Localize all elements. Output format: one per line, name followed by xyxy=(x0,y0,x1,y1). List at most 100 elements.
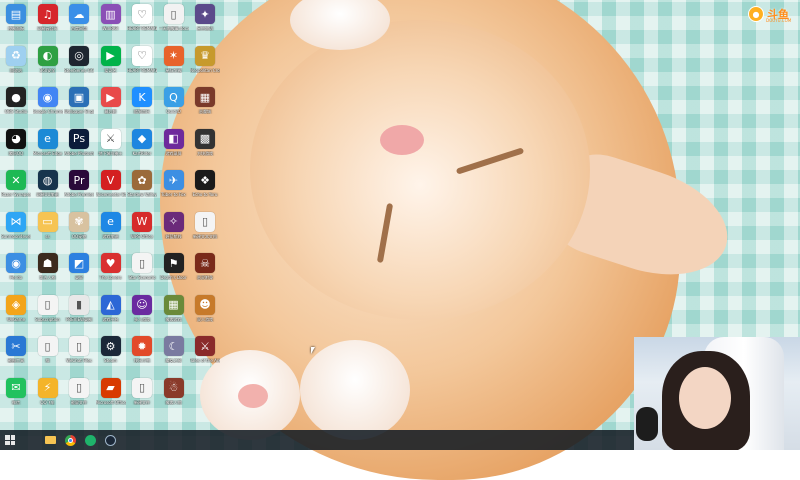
desktop-icon[interactable]: ✾ QQ宠物 xyxy=(64,210,94,250)
desktop-icon[interactable]: ◭ 游戏平台 xyxy=(96,293,126,333)
desktop-icon[interactable]: ▣ Wallpaper Engine xyxy=(64,85,94,125)
start-button[interactable] xyxy=(0,430,20,450)
desktop-icon[interactable]: K 酷狗音乐 xyxy=(127,85,157,125)
desktop-icon[interactable]: ✂ 截图工具 xyxy=(1,334,31,374)
desktop-icon[interactable]: ◈ WeGame xyxy=(1,293,31,333)
desktop-icon[interactable]: ✕ Razer Synapse xyxy=(1,168,31,208)
desktop-icon[interactable]: W WPS Office xyxy=(127,210,157,250)
desktop-icon[interactable]: ◩ 录屏 xyxy=(64,251,94,291)
character-game-icon: ☃ xyxy=(163,377,184,398)
desktop-icon-label: SteelSeries GG xyxy=(64,67,94,73)
desktop-icon[interactable]: ▭ ss xyxy=(33,210,63,250)
desktop-icon[interactable]: ◐ 360安全 xyxy=(33,44,63,84)
desktop-icon-label: Tuber to Fox xyxy=(161,192,186,197)
desktop-icon[interactable]: ♡ HEART REMAKE xyxy=(127,2,157,42)
desktop-icon[interactable]: ▯ WeChat Files xyxy=(64,334,94,374)
desktop-icon[interactable]: ⚙ Steam xyxy=(96,334,126,374)
desktop-icon[interactable]: ▦ 像素游戏 xyxy=(159,293,189,333)
premiere-icon: Pr xyxy=(69,170,89,190)
qq-icon: ◕ xyxy=(6,128,26,149)
mouse-cursor-icon xyxy=(311,347,315,354)
desktop-icon[interactable]: ✧ 碧蓝航线 xyxy=(159,210,189,250)
desktop-icon[interactable]: ✦ 星空物语 xyxy=(190,2,220,42)
desktop-icon[interactable]: ✹ 快乐小鸭 xyxy=(127,334,157,374)
desktop-icon[interactable]: ▶ 幕后影 xyxy=(96,85,126,125)
desktop-icon[interactable]: ⚔ Tales of the Arkside xyxy=(190,334,220,374)
desktop-icon[interactable]: e Microsoft Edge xyxy=(33,127,63,167)
desktop-icon[interactable]: PsAdobe Photoshop xyxy=(64,127,94,167)
desktop-icon[interactable]: Q QuickQ xyxy=(159,85,189,125)
desktop-icon[interactable]: ◆ KartRider xyxy=(127,127,157,167)
desktop-icon[interactable]: ☁ 百度网盘 xyxy=(64,2,94,42)
desktop-icon[interactable]: e 游戏加速 xyxy=(96,210,126,250)
desktop-icon[interactable]: ◧ 游戏录屏 xyxy=(159,127,189,167)
desktop-icon-label: Wallpaper Engine xyxy=(64,109,94,114)
desktop-icon[interactable]: ● OBS Studio xyxy=(1,85,31,125)
desktop-icon[interactable]: ◉ Pendo xyxy=(1,251,31,291)
desktop-icon[interactable]: ☗ 第五人格 xyxy=(33,251,63,291)
desktop-icon[interactable]: ⚔ 地下城与勇士 xyxy=(96,127,126,167)
azur-lane-icon: ✧ xyxy=(163,211,184,232)
desktop-icon[interactable]: ☾ 魔女之泉 xyxy=(159,334,189,374)
taskbar-chrome[interactable] xyxy=(60,430,80,450)
desktop-icon[interactable]: ▶ 爱奇艺 xyxy=(96,44,126,84)
desktop-icon[interactable]: ♡HEART REMAKE 2 xyxy=(127,44,157,84)
camera-icon: ◉ xyxy=(6,253,26,273)
desktop-icon[interactable]: ✶ 星际争霸 xyxy=(159,44,189,84)
desktop-icon[interactable]: ▩ 方块游戏 xyxy=(190,127,220,167)
screenshot-doc-icon: ▯ xyxy=(69,377,89,398)
desktop-icon[interactable]: ❖ Echo to Yoru xyxy=(190,168,220,208)
desktop-icon[interactable]: ⋈ Sunmoon4ever xyxy=(1,210,31,250)
desktop-icon[interactable]: ☻ 双人游戏 xyxy=(190,293,220,333)
wegame-icon: ◈ xyxy=(6,294,26,315)
iqiyi-icon: ▶ xyxy=(100,45,121,66)
desktop-icon[interactable]: ◍ 网易UU加速 xyxy=(33,168,63,208)
desktop-icon-label: WeChat Files xyxy=(66,358,92,363)
desktop-icon[interactable]: V Voicemeeter Banana xyxy=(96,168,126,208)
taskbar-steam[interactable] xyxy=(100,430,120,450)
video-app-icon: ▶ xyxy=(100,87,121,107)
taskbar-green-app[interactable] xyxy=(80,430,100,450)
desktop-icon[interactable]: ✿ Stardew Valley xyxy=(127,168,157,208)
identity-v-icon: ☗ xyxy=(37,253,58,273)
desktop-icon[interactable]: ☺ 多人游戏 xyxy=(127,293,157,333)
desktop-icon[interactable]: ▯ Star Scenario xyxy=(127,251,157,291)
desktop-icon[interactable]: ▯ 新建文件 xyxy=(127,376,157,416)
taskbar-file-explorer[interactable] xyxy=(40,430,60,450)
desktop-icon[interactable]: ▦ 恶魔城 xyxy=(190,85,220,125)
desktop-icon[interactable]: ♻ 回收站 xyxy=(1,44,31,84)
windows-logo-icon xyxy=(5,435,15,445)
desktop-icon-label: WinRAR xyxy=(102,26,119,31)
desktop-icon[interactable]: ✈ Tuber to Fox xyxy=(159,168,189,208)
desktop-icon[interactable]: ◉ Google Chrome xyxy=(33,85,63,125)
desktop-icon-label: 碧蓝航线 xyxy=(165,233,182,239)
desktop-icon[interactable]: ⚑ Death's Door xyxy=(159,251,189,291)
desktop-icon[interactable]: ▥ WinRAR xyxy=(96,2,126,42)
desktop-icon[interactable]: ☠ 恶灵附身 xyxy=(190,251,220,291)
desktop-icon[interactable]: ✉ 微信 xyxy=(1,376,31,416)
desktop-icon[interactable]: Pr Adobe Premiere Pro xyxy=(64,168,94,208)
desktop-icon-label: WPS Office xyxy=(131,233,153,239)
desktop-icon[interactable]: ♛Neopolitan Crowns xyxy=(190,44,220,84)
game-icon: ▦ xyxy=(195,87,215,107)
desktop-icon[interactable]: ◎ SteelSeries GG xyxy=(64,44,94,84)
desktop-icon[interactable]: ▮ PREVIEW录制 xyxy=(64,293,94,333)
desktop-icon[interactable]: ◕ 腾讯QQ xyxy=(1,127,31,167)
desktop-icon[interactable]: ▯ 猫 xyxy=(33,334,63,374)
desktop-icon-label: ss xyxy=(45,233,50,239)
desktop-icon[interactable]: ☃ 像素人物 xyxy=(159,376,189,416)
desktop-icon[interactable]: ⚡ QQ飞车 xyxy=(33,376,63,416)
desktop-icon-label: 游戏平台 xyxy=(102,316,119,322)
desktop-icon[interactable]: ▯ Subscription xyxy=(33,293,63,333)
desktop-icon-label: Sunmoon4ever xyxy=(1,233,31,239)
desktop-icon[interactable]: ▤ 控制面板 xyxy=(1,2,31,42)
desktop-icon[interactable]: ♥ The Lovers xyxy=(96,251,126,291)
desktop-icon[interactable]: ▯ 截屏文件 xyxy=(64,376,94,416)
wps-icon: W xyxy=(132,211,152,232)
desktop-icon[interactable]: ▰ Microsoft Office xyxy=(96,376,126,416)
desktop-icon[interactable]: ▯ 新建文本文档 xyxy=(190,210,220,250)
desktop-icon[interactable]: ♫ 网易云音乐 xyxy=(33,2,63,42)
desktop-icon-label: 爱奇艺 xyxy=(104,67,117,73)
desktop-icon[interactable]: ▯ 一天的故事.docx xyxy=(159,2,189,42)
kugou-icon: K xyxy=(132,87,152,107)
